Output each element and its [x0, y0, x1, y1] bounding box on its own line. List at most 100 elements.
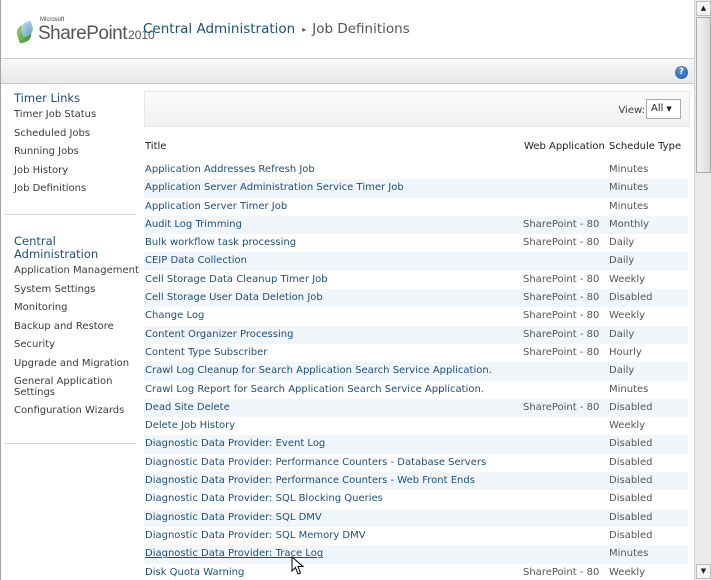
nav-heading-central-administration[interactable]: Central Administration — [14, 235, 114, 261]
nav-item-backup-and-restore[interactable]: Backup and Restore — [14, 321, 139, 333]
breadcrumb-separator-icon: ▸ — [302, 24, 307, 34]
job-title-link[interactable]: Crawl Log Cleanup for Search Application… — [145, 362, 492, 380]
job-schedule-type: Daily — [609, 237, 635, 249]
job-title-link[interactable]: Dead Site Delete — [145, 399, 230, 417]
nav-item-configuration-wizards[interactable]: Configuration Wizards — [14, 405, 139, 417]
job-title-link[interactable]: Diagnostic Data Provider: Performance Co… — [145, 472, 475, 490]
table-row[interactable]: Diagnostic Data Provider: Event Log Disab… — [144, 435, 688, 454]
job-title-link[interactable]: Diagnostic Data Provider: Performance Co… — [145, 454, 486, 472]
job-definitions-table: Application Addresses Refresh Job Minutes… — [144, 161, 690, 580]
job-title-link[interactable]: Bulk workflow task processing — [145, 234, 296, 252]
table-row[interactable]: Diagnostic Data Provider: Trace Log Minut… — [144, 545, 688, 564]
job-title-link[interactable]: Cell Storage Data Cleanup Timer Job — [145, 271, 328, 289]
breadcrumb-root-link[interactable]: Central Administration — [143, 21, 295, 37]
job-schedule-type: Daily — [609, 365, 635, 377]
sharepoint-logo[interactable]: Microsoft SharePoint2010 — [14, 15, 155, 44]
table-row[interactable]: Crawl Log Cleanup for Search Application… — [144, 362, 688, 381]
job-title-link[interactable]: Change Log — [145, 307, 204, 325]
job-title-link[interactable]: Diagnostic Data Provider: SQL Memory DMV — [145, 527, 366, 545]
job-schedule-type: Weekly — [609, 310, 646, 322]
nav-heading-timer-links[interactable]: Timer Links — [14, 92, 96, 105]
job-schedule-type: Minutes — [609, 548, 649, 560]
view-toolbar: View: All ▼ — [144, 91, 690, 127]
scrollbar-thumb[interactable] — [696, 17, 711, 173]
table-row[interactable]: Change Log SharePoint - 80 Weekly — [144, 307, 688, 325]
nav-divider — [5, 443, 136, 444]
vertical-scrollbar[interactable]: ▲ ▼ — [694, 0, 711, 580]
job-schedule-type: Daily — [609, 328, 635, 340]
nav-item-system-settings[interactable]: System Settings — [14, 284, 139, 296]
table-row[interactable]: Application Addresses Refresh Job Minutes — [144, 161, 688, 179]
job-web-application: SharePoint - 80 — [523, 218, 600, 230]
column-header-title[interactable]: Title — [145, 141, 166, 152]
job-title-link[interactable]: CEIP Data Collection — [145, 252, 247, 270]
page-header: Microsoft SharePoint2010 Central Adminis… — [1, 0, 694, 58]
nav-item-upgrade-and-migration[interactable]: Upgrade and Migration — [14, 358, 139, 370]
job-schedule-type: Hourly — [609, 346, 642, 358]
nav-item-job-definitions[interactable]: Job Definitions — [14, 183, 96, 195]
job-schedule-type: Weekly — [609, 566, 646, 578]
job-title-link[interactable]: Diagnostic Data Provider: SQL Blocking Q… — [145, 490, 383, 508]
page-title: Job Definitions — [312, 21, 410, 37]
help-icon[interactable]: ? — [675, 66, 688, 79]
logo-product-text: SharePoint — [38, 23, 128, 44]
view-dropdown[interactable]: All ▼ — [646, 99, 681, 119]
job-schedule-type: Monthly — [609, 218, 650, 230]
top-bar: ? — [1, 58, 694, 84]
scroll-down-arrow-icon[interactable]: ▼ — [696, 564, 711, 579]
view-dropdown-value: All — [651, 103, 664, 114]
scroll-up-arrow-icon[interactable]: ▲ — [696, 1, 711, 16]
table-row[interactable]: Delete Job History Weekly — [144, 417, 688, 435]
nav-item-monitoring[interactable]: Monitoring — [14, 302, 139, 314]
table-row[interactable]: Audit Log Trimming SharePoint - 80 Monthly — [144, 215, 688, 235]
job-schedule-type: Minutes — [609, 383, 649, 395]
job-title-link[interactable]: Application Addresses Refresh Job — [145, 161, 315, 179]
nav-item-timer-job-status[interactable]: Timer Job Status — [14, 109, 96, 121]
job-web-application: SharePoint - 80 — [523, 328, 600, 340]
nav-item-security[interactable]: Security — [14, 339, 139, 351]
job-schedule-type: Minutes — [609, 182, 649, 194]
table-row[interactable]: Diagnostic Data Provider: Performance Co… — [144, 454, 688, 472]
job-title-link[interactable]: Application Server Administration Servic… — [145, 179, 404, 197]
nav-item-application-management[interactable]: Application Management — [14, 265, 139, 277]
job-web-application: SharePoint - 80 — [523, 346, 600, 358]
table-row[interactable]: Crawl Log Report for Search Application … — [144, 381, 688, 399]
job-title-link[interactable]: Delete Job History — [145, 417, 235, 435]
nav-item-job-history[interactable]: Job History — [14, 165, 96, 177]
job-title-link[interactable]: Disk Quota Warning — [145, 564, 244, 580]
table-row[interactable]: Application Server Administration Servic… — [144, 179, 688, 198]
job-title-link[interactable]: Content Type Subscriber — [145, 344, 267, 362]
job-schedule-type: Weekly — [609, 273, 646, 285]
job-title-link[interactable]: Diagnostic Data Provider: SQL DMV — [145, 509, 322, 527]
job-title-link[interactable]: Crawl Log Report for Search Application … — [145, 381, 484, 399]
nav-item-running-jobs[interactable]: Running Jobs — [14, 146, 96, 158]
table-row[interactable]: Cell Storage Data Cleanup Timer Job Share… — [144, 271, 688, 289]
table-row[interactable]: Diagnostic Data Provider: SQL Memory DMV… — [144, 527, 688, 545]
job-title-link[interactable]: Audit Log Trimming — [145, 216, 242, 234]
nav-item-general-application-settings[interactable]: General Application Settings — [14, 376, 119, 398]
column-header-schedule-type[interactable]: Schedule Type — [609, 141, 681, 152]
job-title-link[interactable]: Diagnostic Data Provider: Event Log — [145, 435, 325, 453]
job-title-link[interactable]: Content Organizer Processing — [145, 326, 293, 344]
table-row[interactable]: Content Organizer Processing SharePoint -… — [144, 325, 688, 344]
table-row[interactable]: Bulk workflow task processing SharePoint … — [144, 234, 688, 252]
table-row[interactable]: Content Type Subscriber SharePoint - 80 Ho… — [144, 344, 688, 362]
table-row[interactable]: Application Server Timer Job Minutes — [144, 198, 688, 216]
job-schedule-type: Minutes — [609, 200, 649, 212]
table-row[interactable]: Dead Site Delete SharePoint - 80 Disabled — [144, 398, 688, 418]
job-title-link[interactable]: Application Server Timer Job — [145, 198, 287, 216]
job-web-application: SharePoint - 80 — [523, 401, 600, 413]
job-title-link[interactable]: Cell Storage User Data Deletion Job — [145, 289, 323, 307]
table-row[interactable]: Diagnostic Data Provider: Performance Co… — [144, 472, 688, 491]
job-schedule-type: Disabled — [609, 438, 653, 450]
table-row[interactable]: CEIP Data Collection Daily — [144, 252, 688, 271]
nav-item-scheduled-jobs[interactable]: Scheduled Jobs — [14, 128, 96, 140]
column-header-web-application[interactable]: Web Application — [524, 141, 605, 152]
sharepoint-logo-icon — [14, 20, 35, 44]
table-row[interactable]: Diagnostic Data Provider: SQL DMV Disable… — [144, 508, 688, 527]
job-schedule-type: Disabled — [609, 529, 653, 541]
table-row[interactable]: Cell Storage User Data Deletion Job Share… — [144, 289, 688, 308]
table-row[interactable]: Diagnostic Data Provider: SQL Blocking Q… — [144, 490, 688, 508]
job-schedule-type: Daily — [609, 255, 635, 267]
table-row[interactable]: Disk Quota Warning SharePoint - 80 Weekly — [144, 564, 688, 580]
